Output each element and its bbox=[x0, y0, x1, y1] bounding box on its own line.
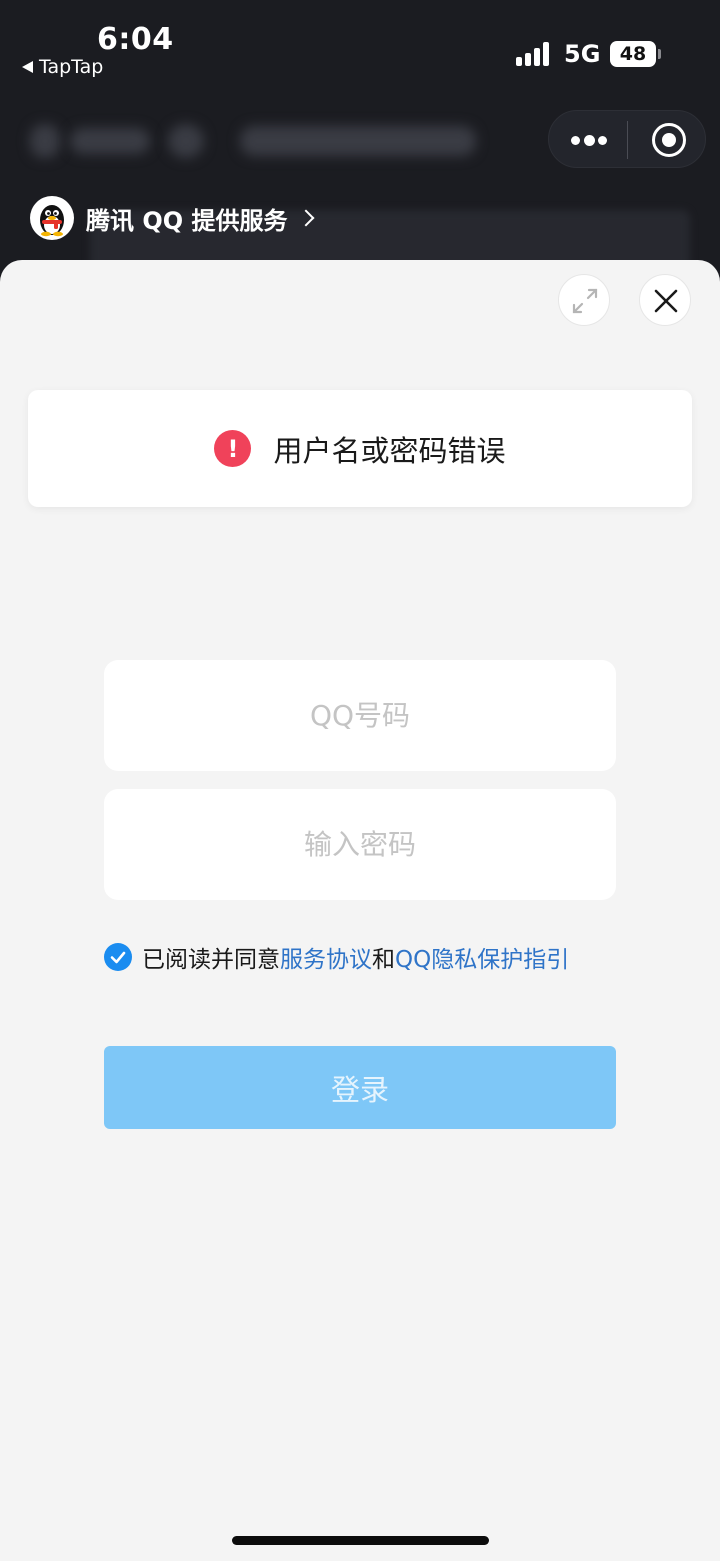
network-type: 5G bbox=[564, 40, 601, 68]
close-icon bbox=[654, 289, 678, 313]
agreement-row: 已阅读并同意服务协议和QQ隐私保护指引 bbox=[104, 940, 569, 974]
checkmark-icon bbox=[110, 951, 126, 964]
battery-icon: 48 bbox=[610, 41, 656, 67]
agreement-checkbox[interactable] bbox=[104, 943, 132, 971]
privacy-guide-link[interactable]: QQ隐私保护指引 bbox=[395, 947, 569, 973]
error-toast: ! 用户名或密码错误 bbox=[28, 390, 692, 507]
battery-level: 48 bbox=[619, 43, 647, 65]
cellular-signal-icon bbox=[516, 42, 552, 66]
login-button[interactable]: 登录 bbox=[104, 1046, 616, 1129]
chevron-right-icon bbox=[297, 209, 315, 227]
mini-program-capsule bbox=[548, 110, 706, 168]
agreement-prefix: 已阅读并同意 bbox=[142, 947, 280, 973]
login-sheet: ! 用户名或密码错误 已阅读并同意服务协议和QQ隐私保护指引 登录 bbox=[0, 260, 720, 1561]
qq-penguin-icon bbox=[30, 196, 74, 240]
status-time: 6:04 bbox=[97, 22, 174, 57]
provider-label: 腾讯 QQ 提供服务 bbox=[86, 206, 288, 235]
home-indicator[interactable] bbox=[232, 1536, 489, 1545]
error-alert-icon: ! bbox=[214, 430, 252, 467]
back-to-app-link[interactable]: TapTap bbox=[22, 56, 103, 78]
agreement-text: 已阅读并同意服务协议和QQ隐私保护指引 bbox=[142, 940, 569, 974]
agreement-and: 和 bbox=[372, 947, 395, 973]
service-agreement-link[interactable]: 服务协议 bbox=[280, 947, 372, 973]
more-dots-icon[interactable] bbox=[571, 134, 607, 146]
qq-number-input[interactable] bbox=[104, 660, 616, 771]
password-input[interactable] bbox=[104, 789, 616, 900]
back-triangle-icon bbox=[22, 61, 33, 73]
status-bar: 6:04 TapTap 5G 48 bbox=[0, 0, 720, 100]
error-message: 用户名或密码错误 bbox=[273, 433, 506, 468]
target-icon[interactable] bbox=[652, 123, 686, 157]
expand-icon bbox=[572, 288, 598, 314]
capsule-divider bbox=[627, 121, 628, 159]
back-app-label: TapTap bbox=[39, 56, 104, 78]
provider-row[interactable]: 腾讯 QQ 提供服务 bbox=[30, 196, 315, 240]
expand-button[interactable] bbox=[558, 274, 610, 326]
close-button[interactable] bbox=[639, 274, 691, 326]
blurred-nav-bar bbox=[0, 110, 540, 170]
battery-tip bbox=[658, 49, 661, 59]
